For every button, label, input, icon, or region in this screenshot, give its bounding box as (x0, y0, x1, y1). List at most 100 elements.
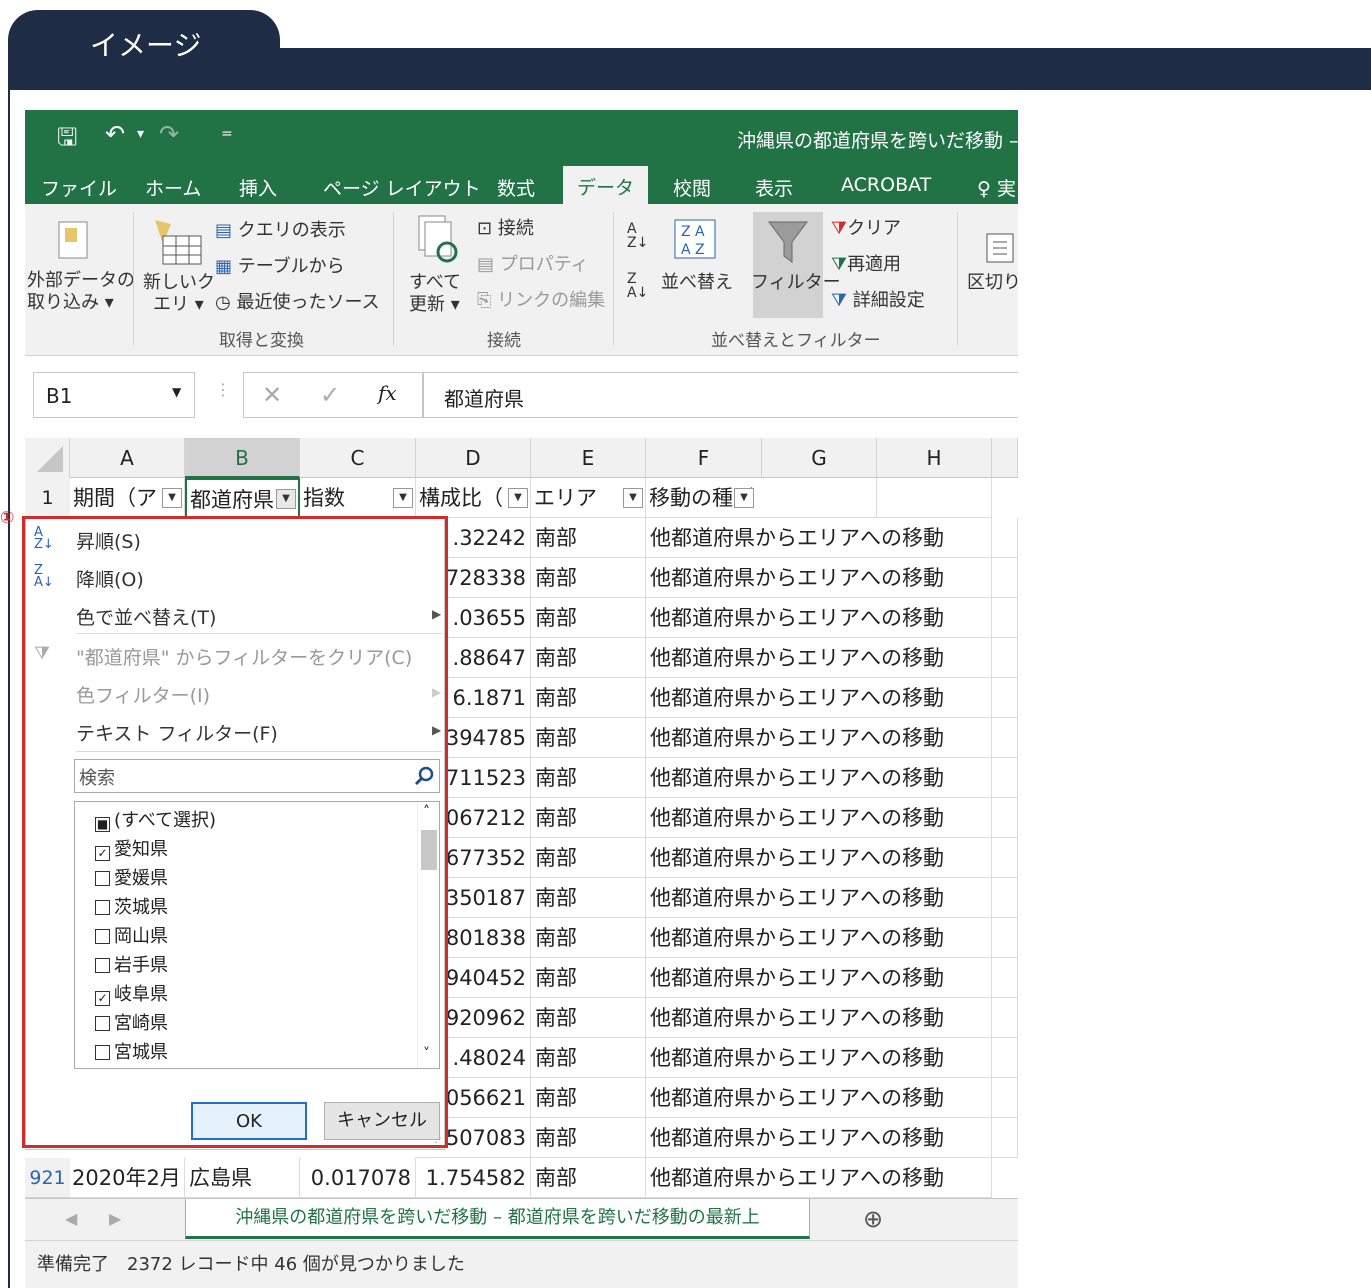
checkbox-icon[interactable] (95, 1016, 110, 1031)
table-cell[interactable]: 南部 (531, 878, 646, 918)
filter-dropdown-icon[interactable]: ▼ (162, 488, 182, 508)
redo-icon[interactable]: ↷ (159, 120, 179, 148)
checkbox-icon[interactable] (95, 1045, 110, 1060)
customize-qat-icon[interactable]: = (221, 126, 233, 142)
filter-button[interactable]: フィルター (751, 212, 841, 318)
enter-icon[interactable]: ✓ (320, 381, 340, 409)
clear-filter-button[interactable]: ⧩クリア (831, 218, 901, 240)
checkbox-icon[interactable] (95, 900, 110, 915)
tab-data[interactable]: データ (563, 166, 649, 204)
filter-dropdown-icon[interactable]: ▼ (623, 488, 643, 508)
sort-za-icon[interactable]: Z A↓ (627, 272, 648, 300)
header-cell-e[interactable]: エリア ▼ (531, 478, 646, 518)
table-cell[interactable]: 他都道府県からエリアへの移動 (646, 798, 992, 838)
tab-home[interactable]: ホーム (145, 174, 201, 201)
table-cell[interactable]: 他都道府県からエリアへの移動 (646, 718, 992, 758)
header-cell-b[interactable]: 都道府県 ▼ (185, 478, 300, 518)
table-cell[interactable]: 0.017078 (300, 1158, 416, 1198)
column-header-g[interactable]: G (762, 438, 877, 478)
row-number[interactable]: 1 (25, 478, 70, 518)
tab-tell-me[interactable]: ♀ 実 (977, 174, 1016, 201)
clear-filter-item[interactable]: "都道府県" からフィルターをクリア(C) (76, 643, 412, 670)
table-cell[interactable]: 南部 (531, 718, 646, 758)
table-cell[interactable] (992, 598, 1018, 638)
header-cell-h[interactable] (877, 478, 992, 518)
table-cell[interactable]: 他都道府県からエリアへの移動 (646, 1078, 992, 1118)
table-cell[interactable] (992, 718, 1018, 758)
column-header-h[interactable]: H (877, 438, 992, 478)
filter-list-item[interactable]: 宮崎県 (95, 1009, 168, 1035)
checkbox-checked-icon[interactable]: ✓ (95, 846, 110, 861)
sort-ascending-item[interactable]: 昇順(S) (76, 527, 141, 554)
advanced-filter-button[interactable]: ⧩ 詳細設定 (831, 290, 925, 312)
table-cell[interactable]: 他都道府県からエリアへの移動 (646, 1158, 992, 1198)
show-query-button[interactable]: ▤ クエリの表示 (215, 220, 346, 242)
select-all-corner[interactable] (25, 438, 70, 478)
tab-file[interactable]: ファイル (41, 174, 117, 201)
table-cell[interactable]: 南部 (531, 958, 646, 998)
table-cell[interactable] (992, 878, 1018, 918)
external-data-button[interactable]: 外部データの 取り込み ▾ (27, 270, 135, 314)
table-cell[interactable]: 1.754582 (416, 1158, 531, 1198)
name-box[interactable]: B1 ▼ (33, 372, 195, 418)
text-filter-item[interactable]: テキスト フィルター(F) (76, 719, 278, 746)
table-cell[interactable]: 他都道府県からエリアへの移動 (646, 638, 992, 678)
table-cell[interactable] (992, 798, 1018, 838)
connections-button[interactable]: ⊡ 接続 (477, 218, 534, 240)
table-cell[interactable] (992, 678, 1018, 718)
name-box-dropdown-icon[interactable]: ▼ (172, 385, 181, 399)
filter-list-item[interactable]: 愛媛県 (95, 864, 168, 890)
filter-list-item[interactable]: ✓ 岐阜県 (95, 980, 168, 1006)
filter-dropdown-icon[interactable]: ▼ (393, 488, 413, 508)
header-cell-a[interactable]: 期間（ア ▼ (70, 478, 185, 518)
table-cell[interactable]: 他都道府県からエリアへの移動 (646, 998, 992, 1038)
table-cell[interactable] (992, 638, 1018, 678)
scroll-right-icon[interactable]: ▶ (109, 1209, 121, 1228)
checkbox-checked-icon[interactable]: ✓ (95, 991, 110, 1006)
text-to-columns-button[interactable]: 区切り (967, 272, 1018, 294)
table-cell[interactable]: 他都道府県からエリアへの移動 (646, 958, 992, 998)
table-cell[interactable] (992, 518, 1018, 558)
column-header-c[interactable]: C (300, 438, 416, 478)
table-cell[interactable]: 広島県 (185, 1158, 300, 1198)
checkbox-icon[interactable] (95, 929, 110, 944)
column-header-f[interactable]: F (646, 438, 762, 478)
edit-links-button[interactable]: ⎘ リンクの編集 (477, 290, 605, 312)
table-cell[interactable]: 他都道府県からエリアへの移動 (646, 558, 992, 598)
filter-list-item[interactable]: ✓ 愛知県 (95, 835, 168, 861)
reapply-button[interactable]: ⧩再適用 (831, 254, 901, 276)
scroll-down-icon[interactable]: ˅ (423, 1046, 430, 1062)
list-scrollbar[interactable]: ˄ ˅ (417, 802, 439, 1068)
color-filter-item[interactable]: 色フィルター(I) (76, 681, 210, 708)
filter-list-item[interactable]: 宮城県 (95, 1038, 168, 1064)
table-cell[interactable]: 他都道府県からエリアへの移動 (646, 1038, 992, 1078)
filter-dropdown-icon[interactable]: ▼ (508, 488, 528, 508)
tab-page-layout[interactable]: ページ レイアウト (323, 174, 481, 201)
new-query-button[interactable]: 新しいク エリ ▾ (143, 272, 215, 316)
table-cell[interactable]: 他都道府県からエリアへの移動 (646, 838, 992, 878)
table-cell[interactable]: 南部 (531, 1078, 646, 1118)
table-cell[interactable]: 南部 (531, 758, 646, 798)
filter-dropdown-icon[interactable]: ▼ (734, 488, 754, 508)
filter-list-item[interactable]: 岩手県 (95, 951, 168, 977)
sort-by-color-item[interactable]: 色で並べ替え(T) (76, 603, 216, 630)
properties-button[interactable]: ▤ プロパティ (477, 254, 589, 276)
tab-view[interactable]: 表示 (755, 174, 793, 201)
table-cell[interactable] (992, 558, 1018, 598)
scroll-thumb[interactable] (421, 830, 437, 870)
sort-button[interactable]: 並べ替え (661, 272, 733, 294)
table-cell[interactable] (992, 1038, 1018, 1078)
table-cell[interactable]: 他都道府県からエリアへの移動 (646, 678, 992, 718)
table-cell[interactable] (992, 1078, 1018, 1118)
checkbox-partial-icon[interactable]: ■ (95, 817, 110, 832)
table-cell[interactable]: 他都道府県からエリアへの移動 (646, 918, 992, 958)
scroll-left-icon[interactable]: ◀ (65, 1209, 77, 1228)
table-cell[interactable]: 他都道府県からエリアへの移動 (646, 598, 992, 638)
column-header-b[interactable]: B (185, 438, 300, 478)
table-cell[interactable]: 南部 (531, 518, 646, 558)
resize-grip-icon[interactable]: ⋰ (430, 1135, 442, 1149)
column-header-i[interactable] (992, 438, 1018, 478)
table-cell[interactable]: 南部 (531, 598, 646, 638)
undo-dropdown-icon[interactable]: ▾ (137, 126, 144, 142)
table-cell[interactable]: 南部 (531, 918, 646, 958)
